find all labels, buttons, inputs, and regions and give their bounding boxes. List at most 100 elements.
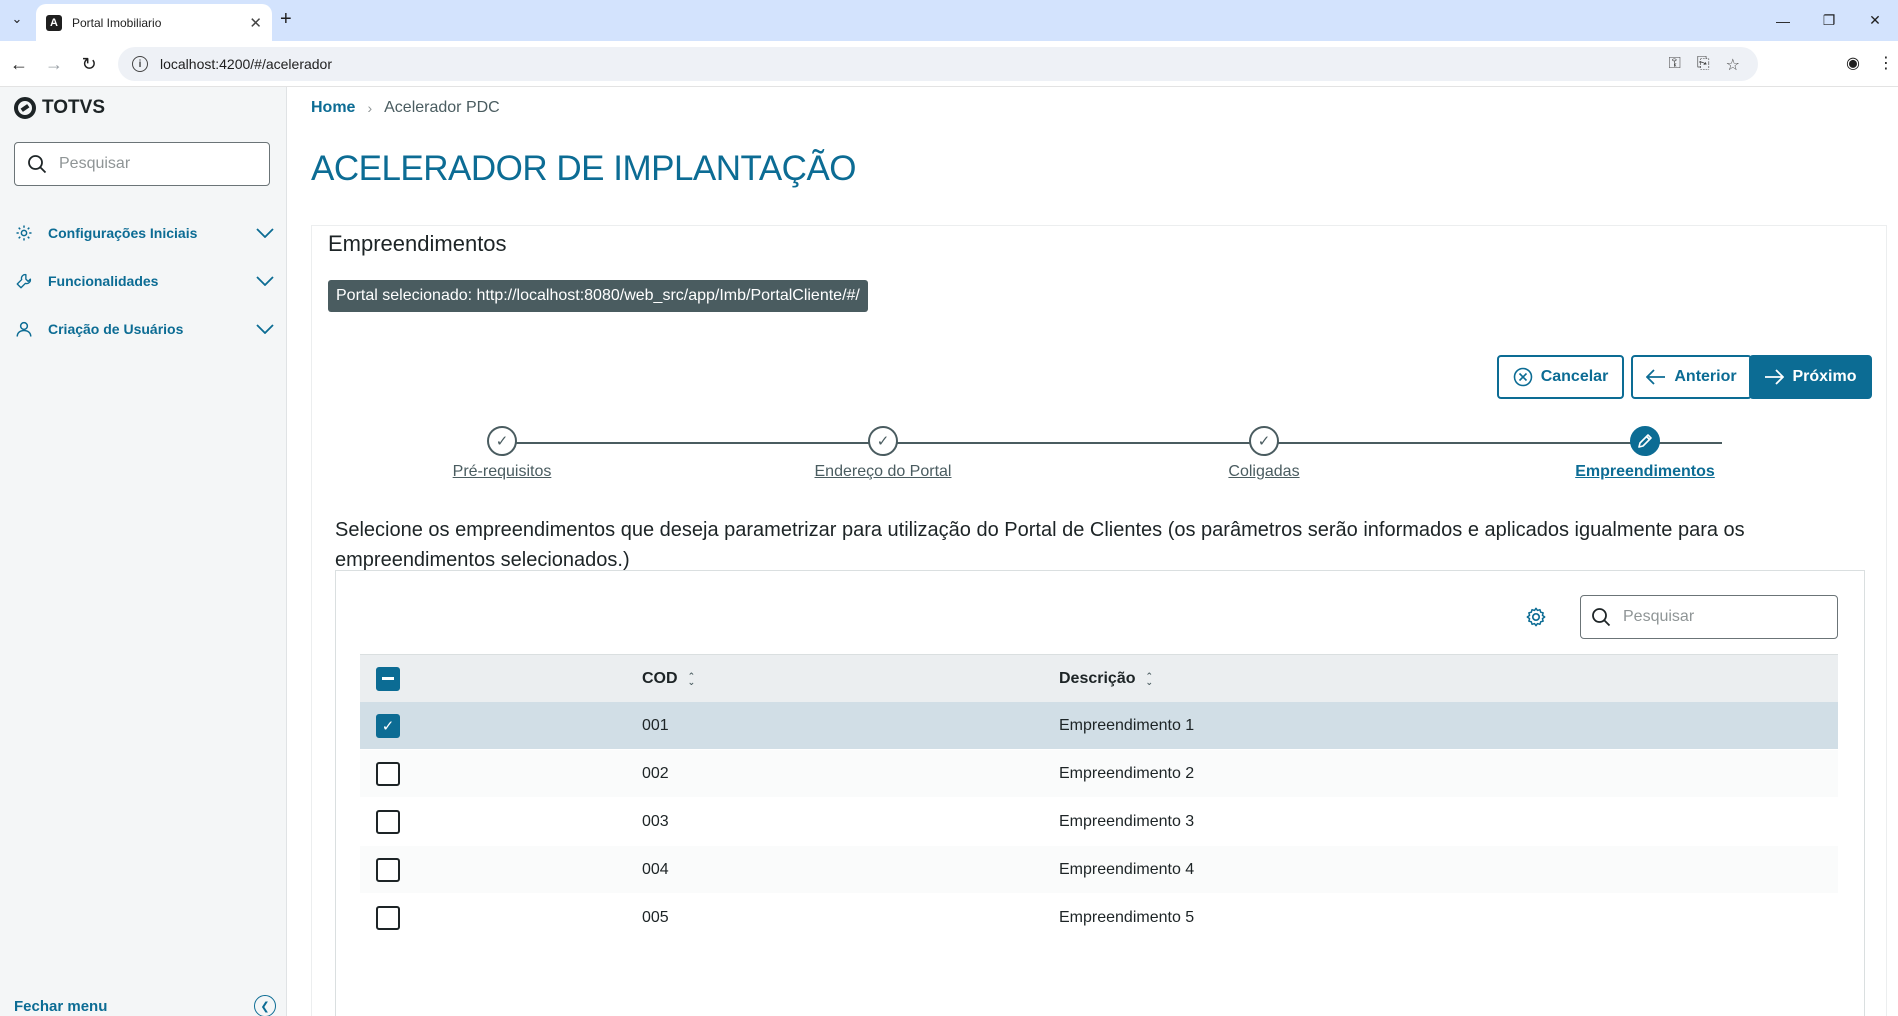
browser-tab[interactable]: A Portal Imobiliario ✕ bbox=[36, 4, 272, 41]
step-coligadas[interactable]: ✓ Coligadas bbox=[1164, 426, 1364, 481]
column-header-label: Descrição bbox=[1059, 669, 1136, 687]
url-field[interactable]: i localhost:4200/#/acelerador ⚿ ⎘ ☆ bbox=[118, 47, 1758, 81]
tab-search-chevron-icon[interactable]: ⌄ bbox=[6, 8, 28, 30]
restore-icon[interactable]: ❐ bbox=[1806, 0, 1852, 41]
url-actions: ⚿ ⎘ ☆ bbox=[1669, 55, 1740, 75]
sort-icon[interactable]: ⌃ ⌄ bbox=[1146, 671, 1154, 686]
cod-cell: 001 bbox=[642, 716, 669, 734]
table-row[interactable]: 002 Empreendimento 2 bbox=[360, 750, 1838, 798]
close-menu-button[interactable]: Fechar menu ❮ bbox=[14, 995, 276, 1016]
window-controls: — ❐ ✕ bbox=[1760, 0, 1898, 41]
cod-cell: 003 bbox=[642, 812, 669, 830]
cancel-label: Cancelar bbox=[1540, 368, 1609, 385]
row-checkbox[interactable] bbox=[376, 809, 400, 834]
step-pre-requisitos[interactable]: ✓ Pré-requisitos bbox=[402, 426, 602, 481]
selection-description: Selecione os empreendimentos que deseja … bbox=[335, 519, 1745, 571]
next-button[interactable]: Próximo bbox=[1749, 355, 1872, 399]
row-checkbox-checked[interactable]: ✓ bbox=[376, 713, 400, 738]
cancel-button[interactable]: Cancelar bbox=[1497, 355, 1624, 399]
search-icon bbox=[1592, 608, 1611, 627]
new-tab-plus-icon[interactable]: + bbox=[280, 8, 292, 31]
totvs-logo: TOTVS bbox=[14, 97, 105, 119]
table-row[interactable]: 004 Empreendimento 4 bbox=[360, 846, 1838, 894]
chevron-down-icon bbox=[254, 228, 276, 238]
sidebar-item-configuracoes[interactable]: Configurações Iniciais bbox=[14, 218, 276, 248]
breadcrumb-home-link[interactable]: Home bbox=[311, 99, 355, 117]
browser-address-bar: ← → ↻ i localhost:4200/#/acelerador ⚿ ⎘ … bbox=[0, 41, 1898, 87]
sidebar-item-criacao-usuarios[interactable]: Criação de Usuários bbox=[14, 314, 276, 344]
step-label: Pré-requisitos bbox=[452, 463, 552, 480]
translate-icon[interactable]: ⎘ bbox=[1697, 55, 1710, 75]
site-info-icon[interactable]: i bbox=[132, 56, 148, 72]
desc-cell: Empreendimento 4 bbox=[1059, 860, 1195, 878]
sidebar-item-label: Configurações Iniciais bbox=[48, 225, 198, 241]
desc-cell: Empreendimento 5 bbox=[1059, 908, 1195, 926]
back-arrow-icon[interactable]: ← bbox=[8, 53, 30, 75]
table-settings-gear-icon[interactable] bbox=[1524, 605, 1548, 629]
browser-tab-bar: ⌄ A Portal Imobiliario ✕ + — ❐ ✕ bbox=[0, 0, 1898, 41]
table-search bbox=[1580, 595, 1838, 639]
desc-cell: Empreendimento 3 bbox=[1059, 812, 1195, 830]
breadcrumb: Home › Acelerador PDC bbox=[311, 99, 500, 117]
row-check-cell bbox=[360, 809, 642, 834]
column-header-descricao[interactable]: Descrição ⌃ ⌄ bbox=[1059, 670, 1838, 688]
row-check-cell bbox=[360, 761, 642, 786]
row-checkbox[interactable] bbox=[376, 761, 400, 786]
sidebar-item-funcionalidades[interactable]: Funcionalidades bbox=[14, 266, 276, 296]
sidebar: TOTVS Configurações Iniciais Funcionalid… bbox=[0, 87, 287, 1016]
password-key-icon[interactable]: ⚿ bbox=[1669, 55, 1681, 75]
angular-favicon-icon: A bbox=[46, 14, 62, 31]
close-window-icon[interactable]: ✕ bbox=[1852, 0, 1898, 41]
table-search-input[interactable] bbox=[1623, 608, 1823, 626]
forward-arrow-icon[interactable]: → bbox=[43, 53, 65, 75]
cod-cell: 004 bbox=[642, 860, 669, 878]
row-check-cell bbox=[360, 905, 642, 930]
row-checkbox[interactable] bbox=[376, 857, 400, 882]
desc-cell: Empreendimento 2 bbox=[1059, 764, 1195, 782]
minimize-icon[interactable]: — bbox=[1760, 0, 1806, 41]
check-icon: ✓ bbox=[1249, 426, 1279, 456]
column-header-label: COD bbox=[642, 669, 678, 687]
wrench-icon bbox=[14, 272, 34, 290]
table-header-row: COD ⌃ ⌄ Descrição ⌃ ⌄ bbox=[360, 654, 1838, 702]
table-row[interactable]: 003 Empreendimento 3 bbox=[360, 798, 1838, 846]
profile-avatar-icon[interactable]: ◉ bbox=[1846, 53, 1860, 73]
next-label: Próximo bbox=[1792, 368, 1857, 385]
step-endereco-portal[interactable]: ✓ Endereço do Portal bbox=[783, 426, 983, 481]
pencil-icon bbox=[1630, 426, 1660, 456]
previous-button[interactable]: Anterior bbox=[1631, 355, 1752, 399]
table-row[interactable]: ✓ 001 Empreendimento 1 bbox=[360, 702, 1838, 750]
sidebar-search-input[interactable] bbox=[59, 155, 259, 173]
cod-cell: 002 bbox=[642, 764, 669, 782]
wizard-card: Empreendimentos Portal selecionado: http… bbox=[311, 225, 1887, 1016]
cancel-circle-icon bbox=[1513, 367, 1533, 387]
sort-icon[interactable]: ⌃ ⌄ bbox=[688, 671, 696, 686]
table-row[interactable]: 005 Empreendimento 5 bbox=[360, 894, 1838, 942]
row-checkbox[interactable] bbox=[376, 905, 400, 930]
column-header-cod[interactable]: COD ⌃ ⌄ bbox=[642, 670, 1059, 688]
desc-cell: Empreendimento 1 bbox=[1059, 716, 1195, 734]
select-all-checkbox[interactable] bbox=[376, 666, 400, 691]
sidebar-item-label: Criação de Usuários bbox=[48, 321, 184, 337]
empreendimentos-table: COD ⌃ ⌄ Descrição ⌃ ⌄ ✓ 001 Empreendimento… bbox=[360, 654, 1838, 942]
browser-menu-icon[interactable]: ⋮ bbox=[1878, 53, 1894, 73]
step-label: Endereço do Portal bbox=[814, 463, 952, 480]
url-text: localhost:4200/#/acelerador bbox=[160, 56, 333, 72]
tab-title: Portal Imobiliario bbox=[72, 15, 162, 30]
select-all-cell bbox=[360, 666, 642, 691]
chevron-right-icon: › bbox=[367, 100, 373, 116]
breadcrumb-current: Acelerador PDC bbox=[384, 99, 500, 116]
gear-icon bbox=[14, 224, 34, 242]
main-content: Home › Acelerador PDC ACELERADOR DE IMPL… bbox=[288, 87, 1898, 1016]
brand-name: TOTVS bbox=[42, 97, 105, 118]
arrow-left-icon bbox=[1646, 369, 1666, 385]
reload-icon[interactable]: ↻ bbox=[78, 53, 100, 75]
bookmark-star-icon[interactable]: ☆ bbox=[1726, 55, 1740, 75]
step-label: Empreendimentos bbox=[1575, 463, 1715, 480]
table-panel: COD ⌃⌄ Descrição ⌃⌄ ✓ 001 Empreendimento… bbox=[335, 570, 1865, 1016]
step-empreendimentos[interactable]: Empreendimentos bbox=[1545, 426, 1745, 481]
close-tab-icon[interactable]: ✕ bbox=[249, 14, 262, 32]
check-icon: ✓ bbox=[868, 426, 898, 456]
profile-area: ◉ ⋮ bbox=[1846, 53, 1898, 73]
wizard-stepper: ✓ Pré-requisitos ✓ Endereço do Portal ✓ … bbox=[312, 426, 1888, 486]
